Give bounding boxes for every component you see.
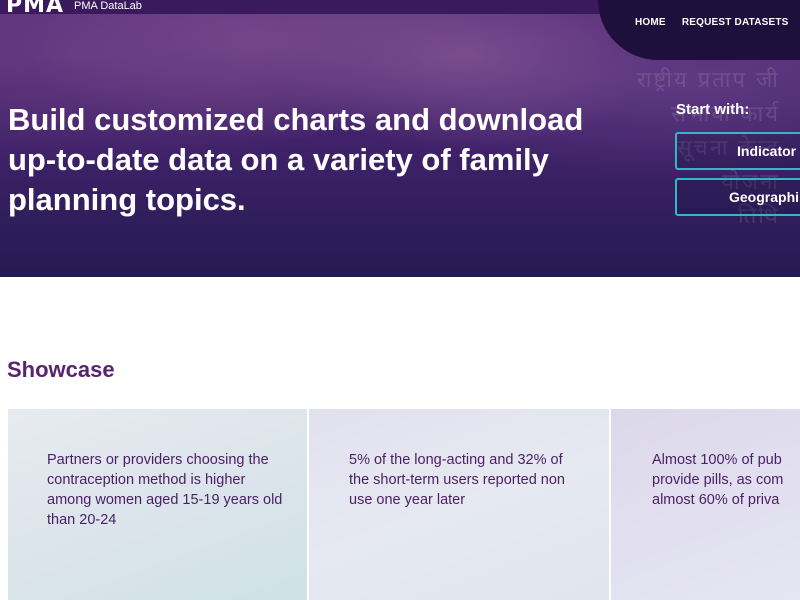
- logo-product-name: PMA DataLab: [74, 0, 142, 12]
- showcase-card-text: 5% of the long-acting and 32% of the sho…: [349, 452, 565, 508]
- site-logo[interactable]: PMA PMA DataLab: [6, 0, 142, 18]
- hero-headline: Build customized charts and download up-…: [8, 102, 584, 217]
- showcase-card-text: Almost 100% of pub provide pills, as com a…: [652, 452, 784, 508]
- showcase-cards: Partners or providers choosing the contr…: [8, 409, 800, 600]
- showcase-card-text: Partners or providers choosing the contr…: [47, 452, 283, 528]
- showcase-title: Showcase: [7, 357, 115, 382]
- main-nav: HOME REQUEST DATASETS: [635, 17, 789, 28]
- logo-mark: PMA: [6, 0, 65, 18]
- showcase-card[interactable]: Partners or providers choosing the contr…: [8, 409, 307, 600]
- showcase-card[interactable]: 5% of the long-acting and 32% of the sho…: [309, 409, 609, 600]
- nav-home-link[interactable]: HOME: [635, 17, 666, 28]
- showcase-card[interactable]: Almost 100% of pub provide pills, as com a…: [611, 409, 800, 600]
- nav-background: [598, 0, 800, 60]
- start-with-label: Start with:: [676, 101, 750, 118]
- start-geography-button[interactable]: Geographi: [675, 178, 800, 216]
- start-indicator-button[interactable]: Indicator: [675, 132, 800, 170]
- nav-request-datasets-link[interactable]: REQUEST DATASETS: [682, 17, 789, 28]
